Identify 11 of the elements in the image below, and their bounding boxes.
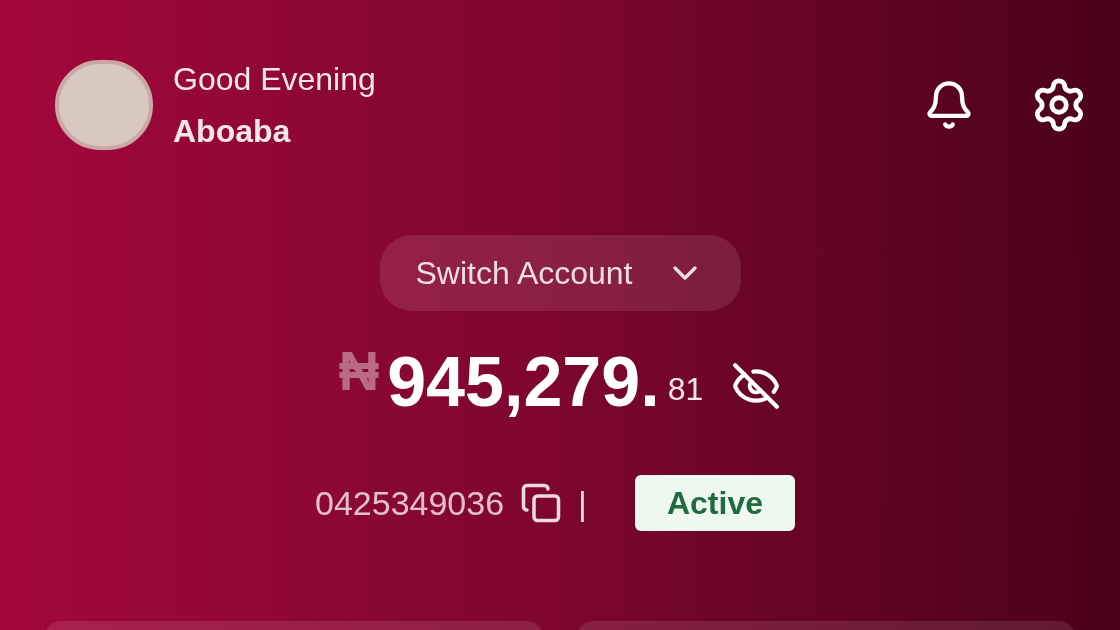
status-badge: Active (634, 475, 795, 531)
user-name: Aboaba (173, 112, 292, 151)
switch-account-button[interactable]: Switch Account (379, 235, 741, 311)
greeting-text: Good Evening (173, 60, 376, 99)
hide-balance-icon[interactable] (731, 361, 782, 411)
separator-text: | (578, 482, 587, 524)
currency-symbol: ₦ (338, 338, 380, 404)
copy-icon[interactable] (520, 482, 563, 524)
account-number: 0425349036 (315, 482, 505, 524)
balance-amount: 945,279. (387, 347, 660, 417)
balance-cents: 81 (667, 370, 704, 409)
